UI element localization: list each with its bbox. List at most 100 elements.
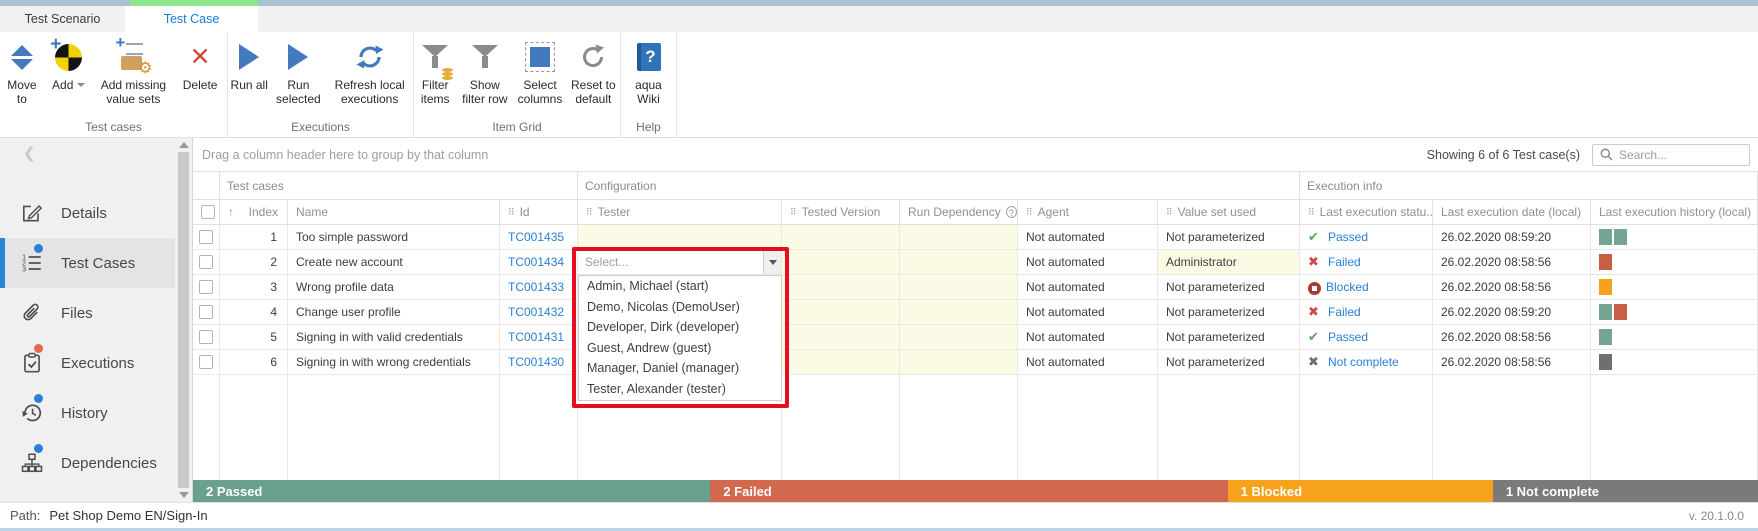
history-square[interactable]	[1599, 304, 1612, 320]
row-checkbox[interactable]	[193, 250, 220, 275]
run-selected-button[interactable]: Run selected	[272, 36, 324, 106]
cell-run-dependency[interactable]	[900, 325, 1018, 350]
dropdown-button[interactable]	[763, 250, 781, 274]
sidebar-item-files[interactable]: Files	[0, 288, 175, 338]
cell-run-dependency[interactable]	[900, 350, 1018, 375]
cell-tested-version[interactable]	[782, 300, 900, 325]
test-case-id-link[interactable]: TC001433	[508, 280, 564, 294]
filter-items-button[interactable]: Filter items	[416, 36, 454, 106]
move-to-button[interactable]: Move to	[2, 36, 42, 106]
column-header-last-execution-date[interactable]: Last execution date (local)	[1433, 200, 1591, 225]
cell-run-dependency[interactable]	[900, 275, 1018, 300]
status-link[interactable]: Passed	[1328, 230, 1368, 244]
column-header-tester[interactable]: Tester	[578, 200, 782, 225]
cell-index: 3	[220, 275, 288, 300]
test-case-id-link[interactable]: TC001431	[508, 330, 564, 344]
checkbox-icon[interactable]	[199, 230, 213, 244]
cell-tester[interactable]	[578, 225, 782, 250]
test-case-id-link[interactable]: TC001430	[508, 355, 564, 369]
add-button[interactable]: Add	[46, 36, 92, 106]
dropdown-option[interactable]: Developer, Dirk (developer)	[579, 317, 781, 338]
column-header-tested-version[interactable]: Tested Version	[782, 200, 900, 225]
dropdown-option[interactable]: Guest, Andrew (guest)	[579, 338, 781, 359]
test-case-id-link[interactable]: TC001434	[508, 255, 564, 269]
column-header-index[interactable]: Index	[220, 200, 288, 225]
sidebar-item-dependencies[interactable]: Dependencies	[0, 438, 175, 488]
checkbox-icon[interactable]	[199, 305, 213, 319]
cell-tested-version[interactable]	[782, 250, 900, 275]
cell-value-set[interactable]: Administrator	[1158, 250, 1300, 275]
refresh-local-executions-button[interactable]: Refresh local executions	[328, 36, 411, 106]
cell-run-dependency[interactable]	[900, 225, 1018, 250]
row-checkbox[interactable]	[193, 275, 220, 300]
history-square[interactable]	[1599, 329, 1612, 345]
passed-icon	[1308, 230, 1323, 244]
cell-tested-version[interactable]	[782, 325, 900, 350]
sidebar-item-executions[interactable]: Executions	[0, 338, 175, 388]
sidebar-item-details[interactable]: Details	[0, 188, 175, 238]
row-checkbox[interactable]	[193, 325, 220, 350]
history-square[interactable]	[1614, 304, 1627, 320]
vertical-scrollbar[interactable]	[175, 138, 193, 502]
scroll-down-icon[interactable]	[179, 492, 189, 498]
select-all-checkbox[interactable]	[193, 200, 220, 225]
show-filter-row-button[interactable]: Show filter row	[458, 36, 511, 106]
column-header-value-set-used[interactable]: Value set used	[1158, 200, 1300, 225]
test-case-id-link[interactable]: TC001432	[508, 305, 564, 319]
checkbox-icon[interactable]	[199, 255, 213, 269]
version-text: v. 20.1.0.0	[1689, 509, 1744, 523]
sidebar-collapse-button[interactable]	[0, 138, 175, 168]
checkbox-icon[interactable]	[199, 280, 213, 294]
search-input[interactable]: Search...	[1592, 144, 1750, 166]
history-square[interactable]	[1599, 354, 1612, 370]
status-link[interactable]: Blocked	[1326, 280, 1369, 294]
test-case-id-link[interactable]: TC001435	[508, 230, 564, 244]
status-link[interactable]: Failed	[1328, 305, 1361, 319]
run-all-button[interactable]: Run all	[230, 36, 268, 106]
cell-tested-version[interactable]	[782, 350, 900, 375]
dropdown-option[interactable]: Manager, Daniel (manager)	[579, 358, 781, 379]
history-square[interactable]	[1599, 254, 1612, 270]
cell-tested-version[interactable]	[782, 275, 900, 300]
status-link[interactable]: Passed	[1328, 330, 1368, 344]
cell-date: 26.02.2020 08:59:20	[1433, 300, 1591, 325]
add-missing-value-sets-button[interactable]: Add missing value sets	[96, 36, 172, 106]
row-checkbox[interactable]	[193, 225, 220, 250]
aqua-wiki-button[interactable]: aqua Wiki	[629, 36, 669, 106]
select-columns-button[interactable]: Select columns	[515, 36, 564, 106]
dropdown-option[interactable]: Demo, Nicolas (DemoUser)	[579, 297, 781, 318]
column-header-run-dependency[interactable]: Run Dependency	[900, 200, 1018, 225]
tester-dropdown-editor[interactable]: Select...	[578, 250, 781, 274]
status-link[interactable]: Not complete	[1328, 355, 1399, 369]
help-icon[interactable]	[1006, 206, 1017, 218]
dropdown-option[interactable]: Tester, Alexander (tester)	[579, 379, 781, 400]
checkbox-icon[interactable]	[199, 355, 213, 369]
history-square[interactable]	[1599, 229, 1612, 245]
dropdown-option[interactable]: Admin, Michael (start)	[579, 276, 781, 297]
tab-test-case[interactable]: Test Case	[125, 6, 258, 32]
column-header-name[interactable]: Name	[288, 200, 500, 225]
sidebar-item-test-cases[interactable]: 123 Test Cases	[0, 238, 175, 288]
cell-tester-editor[interactable]: Select...	[578, 250, 782, 275]
status-link[interactable]: Failed	[1328, 255, 1361, 269]
scrollbar-thumb[interactable]	[178, 152, 189, 488]
reset-to-default-button[interactable]: Reset to default	[569, 36, 618, 106]
cell-run-dependency[interactable]	[900, 300, 1018, 325]
tab-test-scenario[interactable]: Test Scenario	[0, 6, 125, 32]
history-square[interactable]	[1599, 279, 1612, 295]
cell-history	[1591, 250, 1758, 275]
delete-button[interactable]: Delete	[175, 36, 225, 106]
sidebar-item-history[interactable]: History	[0, 388, 175, 438]
row-checkbox[interactable]	[193, 300, 220, 325]
scroll-up-icon[interactable]	[179, 142, 189, 148]
column-header-agent[interactable]: Agent	[1018, 200, 1158, 225]
checkbox-icon[interactable]	[199, 330, 213, 344]
cell-tested-version[interactable]	[782, 225, 900, 250]
history-square[interactable]	[1614, 229, 1627, 245]
column-header-last-execution-history[interactable]: Last execution history (local)	[1591, 200, 1758, 225]
column-header-id[interactable]: Id	[500, 200, 578, 225]
cell-run-dependency[interactable]	[900, 250, 1018, 275]
checkbox-icon[interactable]	[201, 205, 215, 219]
row-checkbox[interactable]	[193, 350, 220, 375]
column-header-last-execution-status[interactable]: Last execution statu...	[1300, 200, 1433, 225]
